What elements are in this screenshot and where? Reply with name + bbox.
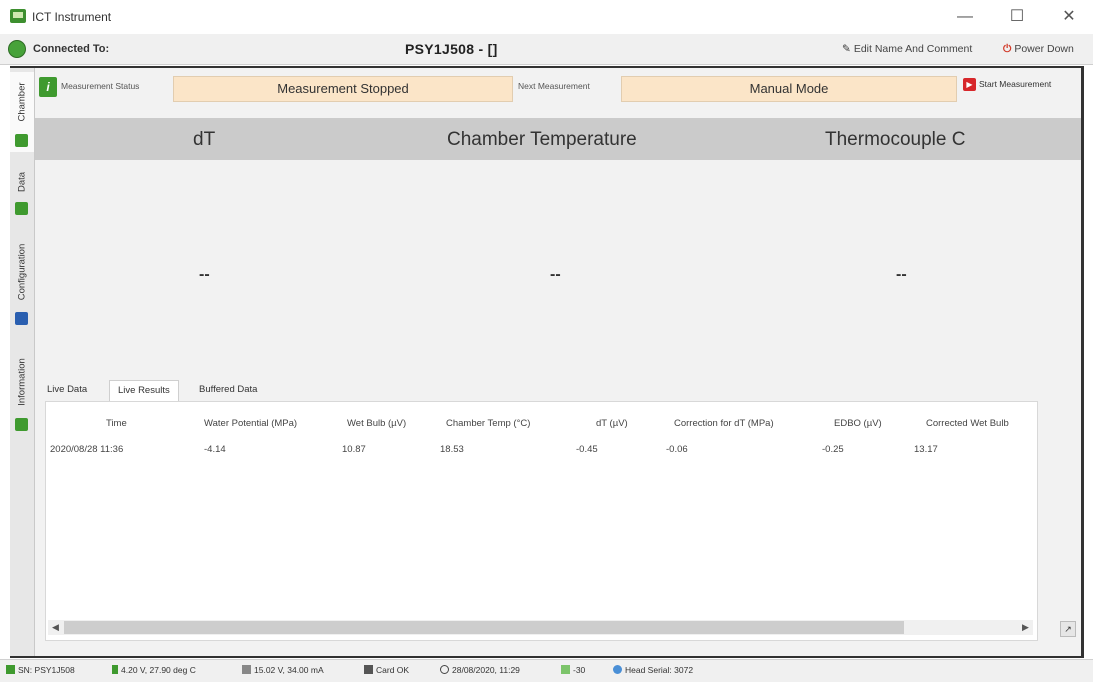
tab-configuration[interactable]: Configuration bbox=[10, 228, 34, 336]
tab-chamber[interactable]: Chamber bbox=[10, 72, 34, 152]
tab-information-label: Information bbox=[16, 358, 28, 406]
battery-text: 4.20 V, 27.90 deg C bbox=[121, 665, 196, 675]
chamber-icon bbox=[15, 134, 28, 147]
measurement-status-field: Measurement Stopped bbox=[173, 76, 513, 102]
information-icon bbox=[15, 418, 28, 431]
table-cell: -0.25 bbox=[822, 444, 844, 455]
window-titlebar: ICT Instrument — ☐ ✕ bbox=[0, 0, 1093, 35]
signal-icon bbox=[561, 665, 570, 674]
head-icon bbox=[613, 665, 622, 674]
serial-status: SN: PSY1J508 bbox=[6, 665, 75, 675]
measurement-status-icon: i bbox=[39, 77, 57, 97]
tab-live-results[interactable]: Live Results bbox=[109, 380, 179, 401]
configuration-icon bbox=[15, 312, 28, 325]
column-header[interactable]: Corrected Wet Bulb bbox=[926, 418, 1009, 429]
device-icon bbox=[6, 665, 15, 674]
scroll-right-icon[interactable]: ▶ bbox=[1022, 620, 1029, 635]
reading-value-thermocouple: -- bbox=[896, 266, 907, 283]
next-measurement-field: Manual Mode bbox=[621, 76, 957, 102]
datetime-text: 28/08/2020, 11:29 bbox=[452, 665, 520, 675]
reading-value-dt: -- bbox=[199, 266, 210, 283]
pin-icon[interactable]: ↗ bbox=[1060, 621, 1076, 637]
column-header[interactable]: EDBO (µV) bbox=[834, 418, 882, 429]
power-text: 15.02 V, 34.00 mA bbox=[254, 665, 324, 675]
table-cell: 2020/08/28 11:36 bbox=[50, 444, 124, 455]
measurement-status-label: Measurement Status bbox=[61, 81, 140, 91]
signal-status: -30 bbox=[561, 665, 585, 675]
tab-data-label: Data bbox=[16, 171, 28, 193]
datetime-status: 28/08/2020, 11:29 bbox=[440, 665, 520, 675]
table-cell: 10.87 bbox=[342, 444, 366, 455]
reading-value-chamber-temp: -- bbox=[550, 266, 561, 283]
tab-buffered-data[interactable]: Buffered Data bbox=[199, 384, 257, 395]
app-icon bbox=[10, 9, 26, 23]
start-measurement-button[interactable]: ▶ Start Measurement bbox=[963, 78, 1051, 91]
column-header[interactable]: Water Potential (MPa) bbox=[204, 418, 297, 429]
power-status: 15.02 V, 34.00 mA bbox=[242, 665, 324, 675]
scrollbar-thumb[interactable] bbox=[64, 621, 904, 634]
next-measurement-label: Next Measurement bbox=[518, 81, 590, 91]
column-header[interactable]: Correction for dT (MPa) bbox=[674, 418, 774, 429]
edit-name-button[interactable]: ✎ Edit Name And Comment bbox=[842, 43, 972, 55]
maximize-button[interactable]: ☐ bbox=[1002, 6, 1032, 28]
side-tab-bar: Chamber Data Configuration Information bbox=[10, 68, 35, 656]
signal-text: -30 bbox=[573, 665, 586, 675]
tab-data[interactable]: Data bbox=[10, 160, 34, 222]
minimize-button[interactable]: — bbox=[950, 6, 980, 28]
connection-bar: Connected To: PSY1J508 - [] ✎ Edit Name A… bbox=[0, 34, 1093, 65]
power-down-button[interactable]: ⏻ Power Down bbox=[1003, 43, 1074, 56]
power-icon: ⏻ bbox=[1003, 43, 1012, 55]
window-title: ICT Instrument bbox=[32, 10, 112, 24]
device-title: PSY1J508 - [] bbox=[405, 41, 498, 57]
table-cell: -0.45 bbox=[576, 444, 598, 455]
edit-name-label: Edit Name And Comment bbox=[853, 43, 973, 55]
column-header[interactable]: Wet Bulb (µV) bbox=[347, 418, 406, 429]
table-cell: -0.06 bbox=[666, 444, 688, 455]
tab-configuration-label: Configuration bbox=[16, 243, 28, 301]
battery-icon bbox=[112, 665, 118, 674]
head-serial-status: Head Serial: 3072 bbox=[613, 665, 693, 675]
tab-chamber-label: Chamber bbox=[16, 82, 28, 122]
tab-live-data[interactable]: Live Data bbox=[47, 384, 87, 395]
head-serial-text: Head Serial: 3072 bbox=[625, 665, 694, 675]
connection-label: Connected To: bbox=[33, 43, 110, 55]
pencil-icon: ✎ bbox=[842, 43, 851, 55]
chamber-panel: i Measurement Status Measurement Stopped… bbox=[35, 68, 1081, 656]
status-bar: SN: PSY1J508 4.20 V, 27.90 deg C 15.02 V… bbox=[0, 659, 1093, 682]
column-header[interactable]: dT (µV) bbox=[596, 418, 628, 429]
measurement-status-row: i Measurement Status Measurement Stopped… bbox=[35, 68, 1081, 112]
reading-header-dt: dT bbox=[193, 129, 216, 150]
connection-status-icon bbox=[8, 40, 26, 58]
battery-status: 4.20 V, 27.90 deg C bbox=[112, 665, 196, 675]
close-button[interactable]: ✕ bbox=[1054, 6, 1084, 28]
table-cell: 13.17 bbox=[914, 444, 938, 455]
start-icon: ▶ bbox=[963, 78, 976, 91]
reading-header-thermocouple: Thermocouple C bbox=[825, 129, 966, 150]
horizontal-scrollbar[interactable]: ◀ ▶ bbox=[48, 620, 1033, 635]
scroll-left-icon[interactable]: ◀ bbox=[52, 620, 59, 635]
sd-card-icon bbox=[364, 665, 373, 674]
readings-header-band: dT Chamber Temperature Thermocouple C bbox=[35, 118, 1081, 160]
table-cell: 18.53 bbox=[440, 444, 464, 455]
tab-information[interactable]: Information bbox=[10, 344, 34, 436]
results-table: Time Water Potential (MPa) Wet Bulb (µV)… bbox=[45, 401, 1038, 641]
table-cell: -4.14 bbox=[204, 444, 226, 455]
column-header[interactable]: Chamber Temp (°C) bbox=[446, 418, 530, 429]
data-icon bbox=[15, 202, 28, 215]
reading-header-chamber-temp: Chamber Temperature bbox=[447, 129, 637, 150]
column-header[interactable]: Time bbox=[106, 418, 127, 429]
start-measurement-label: Start Measurement bbox=[979, 78, 1052, 89]
serial-text: SN: PSY1J508 bbox=[18, 665, 75, 675]
card-status: Card OK bbox=[364, 665, 409, 675]
clock-icon bbox=[440, 665, 449, 674]
power-supply-icon bbox=[242, 665, 251, 674]
card-text: Card OK bbox=[376, 665, 410, 675]
power-down-label: Power Down bbox=[1014, 43, 1074, 55]
